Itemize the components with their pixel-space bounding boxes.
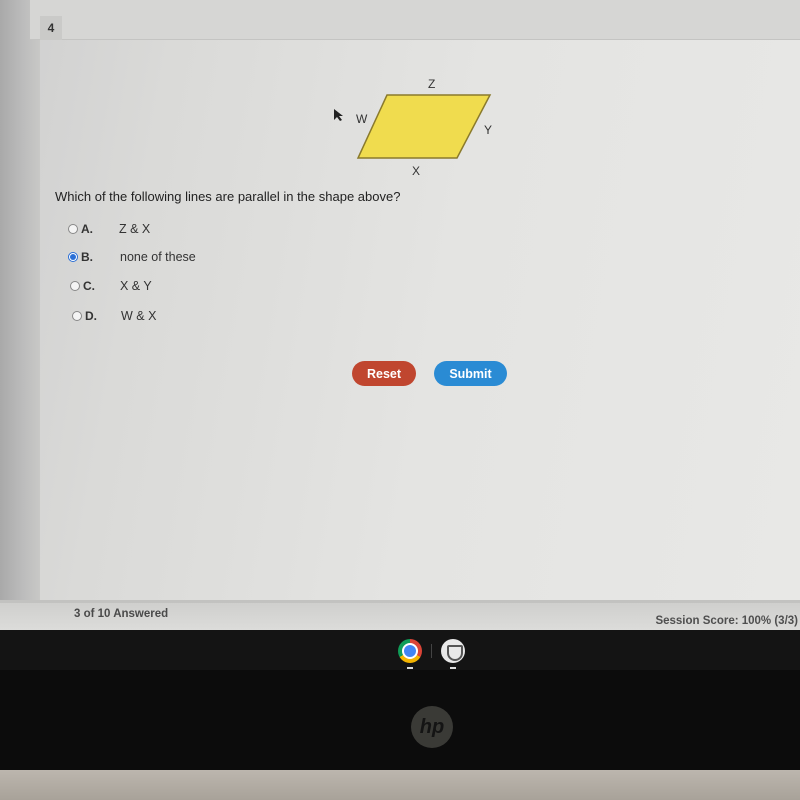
mouse-cursor-icon [334, 109, 343, 121]
running-indicator [407, 667, 413, 669]
submit-button[interactable]: Submit [434, 361, 507, 386]
answered-count: 3 of 10 Answered [74, 608, 169, 620]
option-text: Z & X [119, 222, 151, 236]
option-a[interactable]: A. Z & X [68, 220, 150, 238]
radio-button[interactable] [70, 281, 80, 291]
option-text: none of these [120, 250, 196, 264]
option-letter: A. [81, 222, 93, 236]
option-c[interactable]: C. X & Y [68, 277, 152, 295]
side-label-left: W [356, 112, 368, 126]
laptop-bezel: hp [0, 670, 800, 770]
desk-surface [0, 770, 800, 800]
question-header [30, 0, 800, 40]
radio-button[interactable] [68, 224, 78, 234]
question-prompt: Which of the following lines are paralle… [55, 189, 401, 204]
option-text: W & X [121, 309, 157, 323]
shelf-divider [431, 644, 432, 658]
parallelogram [356, 94, 492, 159]
radio-button[interactable] [72, 311, 82, 321]
running-indicator [450, 667, 456, 669]
chrome-icon[interactable] [398, 639, 422, 663]
left-gutter [0, 0, 40, 600]
option-text: X & Y [120, 279, 152, 293]
question-number: 4 [40, 16, 62, 40]
option-letter: C. [83, 279, 95, 293]
screen: 4 Z W Y X Which of the following lines a… [0, 0, 800, 630]
hp-logo-icon: hp [411, 706, 453, 748]
side-label-top: Z [428, 77, 436, 91]
side-label-bottom: X [412, 164, 421, 178]
radio-button-selected[interactable] [68, 252, 78, 262]
option-letter: B. [81, 250, 93, 264]
reset-button[interactable]: Reset [352, 361, 416, 386]
option-d[interactable]: D. W & X [68, 307, 156, 325]
extension-shield-icon[interactable] [441, 639, 465, 663]
option-b[interactable]: B. none of these [68, 248, 196, 266]
status-footer: 3 of 10 Answered Session Score: 100% (3/… [0, 600, 800, 630]
side-label-right: Y [484, 123, 493, 137]
os-shelf [0, 630, 800, 670]
option-letter: D. [85, 309, 97, 323]
session-score: Session Score: 100% (3/3) [655, 615, 798, 627]
